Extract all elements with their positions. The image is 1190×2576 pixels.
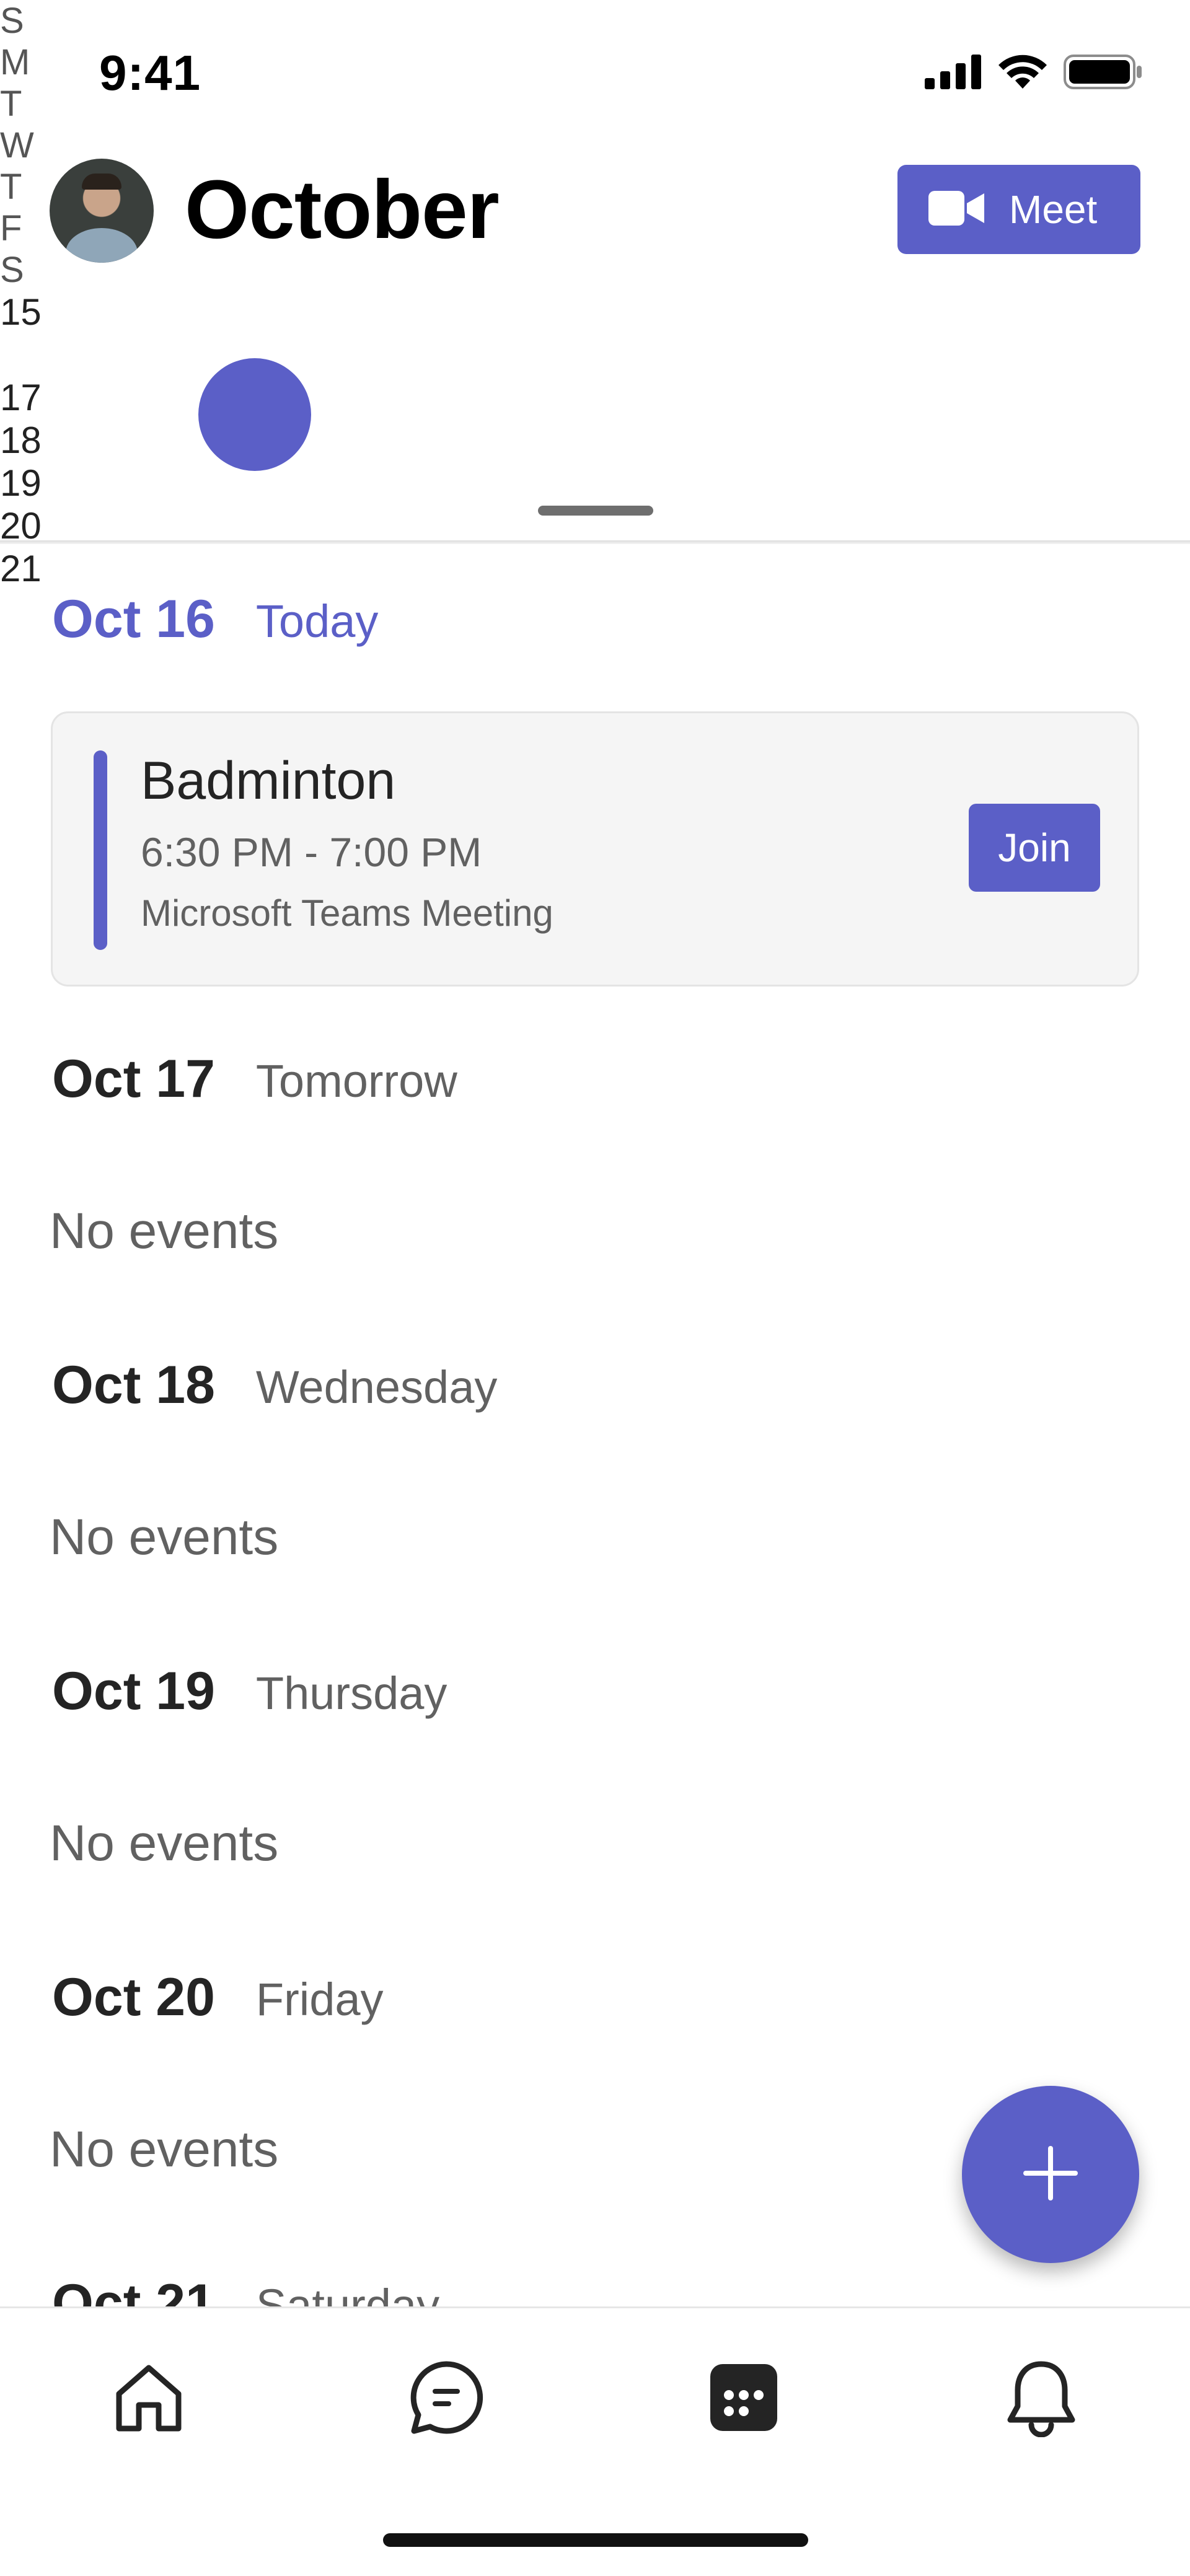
event-accent-bar: [94, 750, 107, 950]
status-time: 9:41: [99, 45, 201, 100]
no-events-text: No events: [50, 2121, 279, 2178]
no-events-text: No events: [50, 1509, 279, 1565]
cellular-signal-icon: [925, 55, 982, 92]
day-21[interactable]: 21: [0, 547, 1190, 590]
wifi-icon: [998, 54, 1047, 93]
avatar-shirt: [66, 228, 138, 263]
date-heading-oct-16: Oct 16 Today: [52, 589, 378, 650]
date-heading-oct-17: Oct 17 Tomorrow: [52, 1048, 457, 1110]
drag-handle[interactable]: [538, 506, 653, 516]
day-19[interactable]: 19: [0, 462, 1190, 504]
day-label: Today: [255, 596, 379, 647]
date-heading-oct-18: Oct 18 Wednesday: [52, 1355, 497, 1416]
video-camera-icon: [928, 188, 985, 231]
chat-icon: [407, 2358, 486, 2440]
status-bar: 9:41: [0, 0, 1190, 143]
date-label: Oct 17: [52, 1049, 215, 1109]
date-label: Oct 18: [52, 1355, 215, 1415]
battery-icon: [1064, 53, 1143, 94]
weekday-sat: S: [0, 250, 24, 290]
day-label: Friday: [255, 1974, 384, 2025]
meet-button-label: Meet: [1009, 187, 1098, 232]
event-card[interactable]: Badminton 6:30 PM - 7:00 PM Microsoft Te…: [51, 711, 1139, 987]
day-15[interactable]: 15: [0, 291, 1190, 333]
header-divider: [0, 540, 1190, 544]
calendar-icon: [707, 2360, 781, 2438]
home-icon: [110, 2359, 187, 2439]
tab-chat[interactable]: [397, 2349, 496, 2448]
no-events-text: No events: [50, 1203, 279, 1259]
home-indicator[interactable]: [383, 2533, 808, 2547]
tab-activity[interactable]: [992, 2349, 1091, 2448]
day-17[interactable]: 17: [0, 376, 1190, 419]
month-title: October: [185, 164, 500, 256]
new-event-button[interactable]: [962, 2086, 1139, 2263]
day-label: Tomorrow: [255, 1055, 457, 1107]
day-label: Thursday: [255, 1668, 447, 1719]
avatar-hair: [82, 174, 121, 190]
day-label: Wednesday: [255, 1361, 498, 1413]
day-18[interactable]: 18: [0, 419, 1190, 462]
date-label: Oct 16: [52, 589, 215, 649]
date-label: Oct 20: [52, 1967, 215, 2027]
meet-button[interactable]: Meet: [897, 165, 1140, 254]
avatar[interactable]: [50, 159, 154, 263]
tab-home[interactable]: [99, 2349, 198, 2448]
day-16-selected[interactable]: 16: [0, 333, 1190, 376]
no-events-text: No events: [50, 1815, 279, 1871]
date-label: Oct 19: [52, 1661, 215, 1721]
date-heading-oct-19: Oct 19 Thursday: [52, 1661, 447, 1722]
event-title: Badminton: [141, 751, 396, 811]
tab-calendar[interactable]: [694, 2349, 793, 2448]
plus-icon: [1021, 2143, 1080, 2206]
event-time: 6:30 PM - 7:00 PM: [141, 829, 482, 875]
calendar-screen: 9:41 October Meet S M T W T F S 15 16 17…: [0, 0, 1190, 2576]
date-heading-oct-20: Oct 20 Friday: [52, 1967, 384, 2028]
event-location: Microsoft Teams Meeting: [141, 892, 553, 934]
selected-day-indicator: [198, 358, 311, 471]
join-button[interactable]: Join: [969, 804, 1100, 892]
bell-icon: [1004, 2358, 1078, 2440]
status-icons: [925, 53, 1143, 94]
